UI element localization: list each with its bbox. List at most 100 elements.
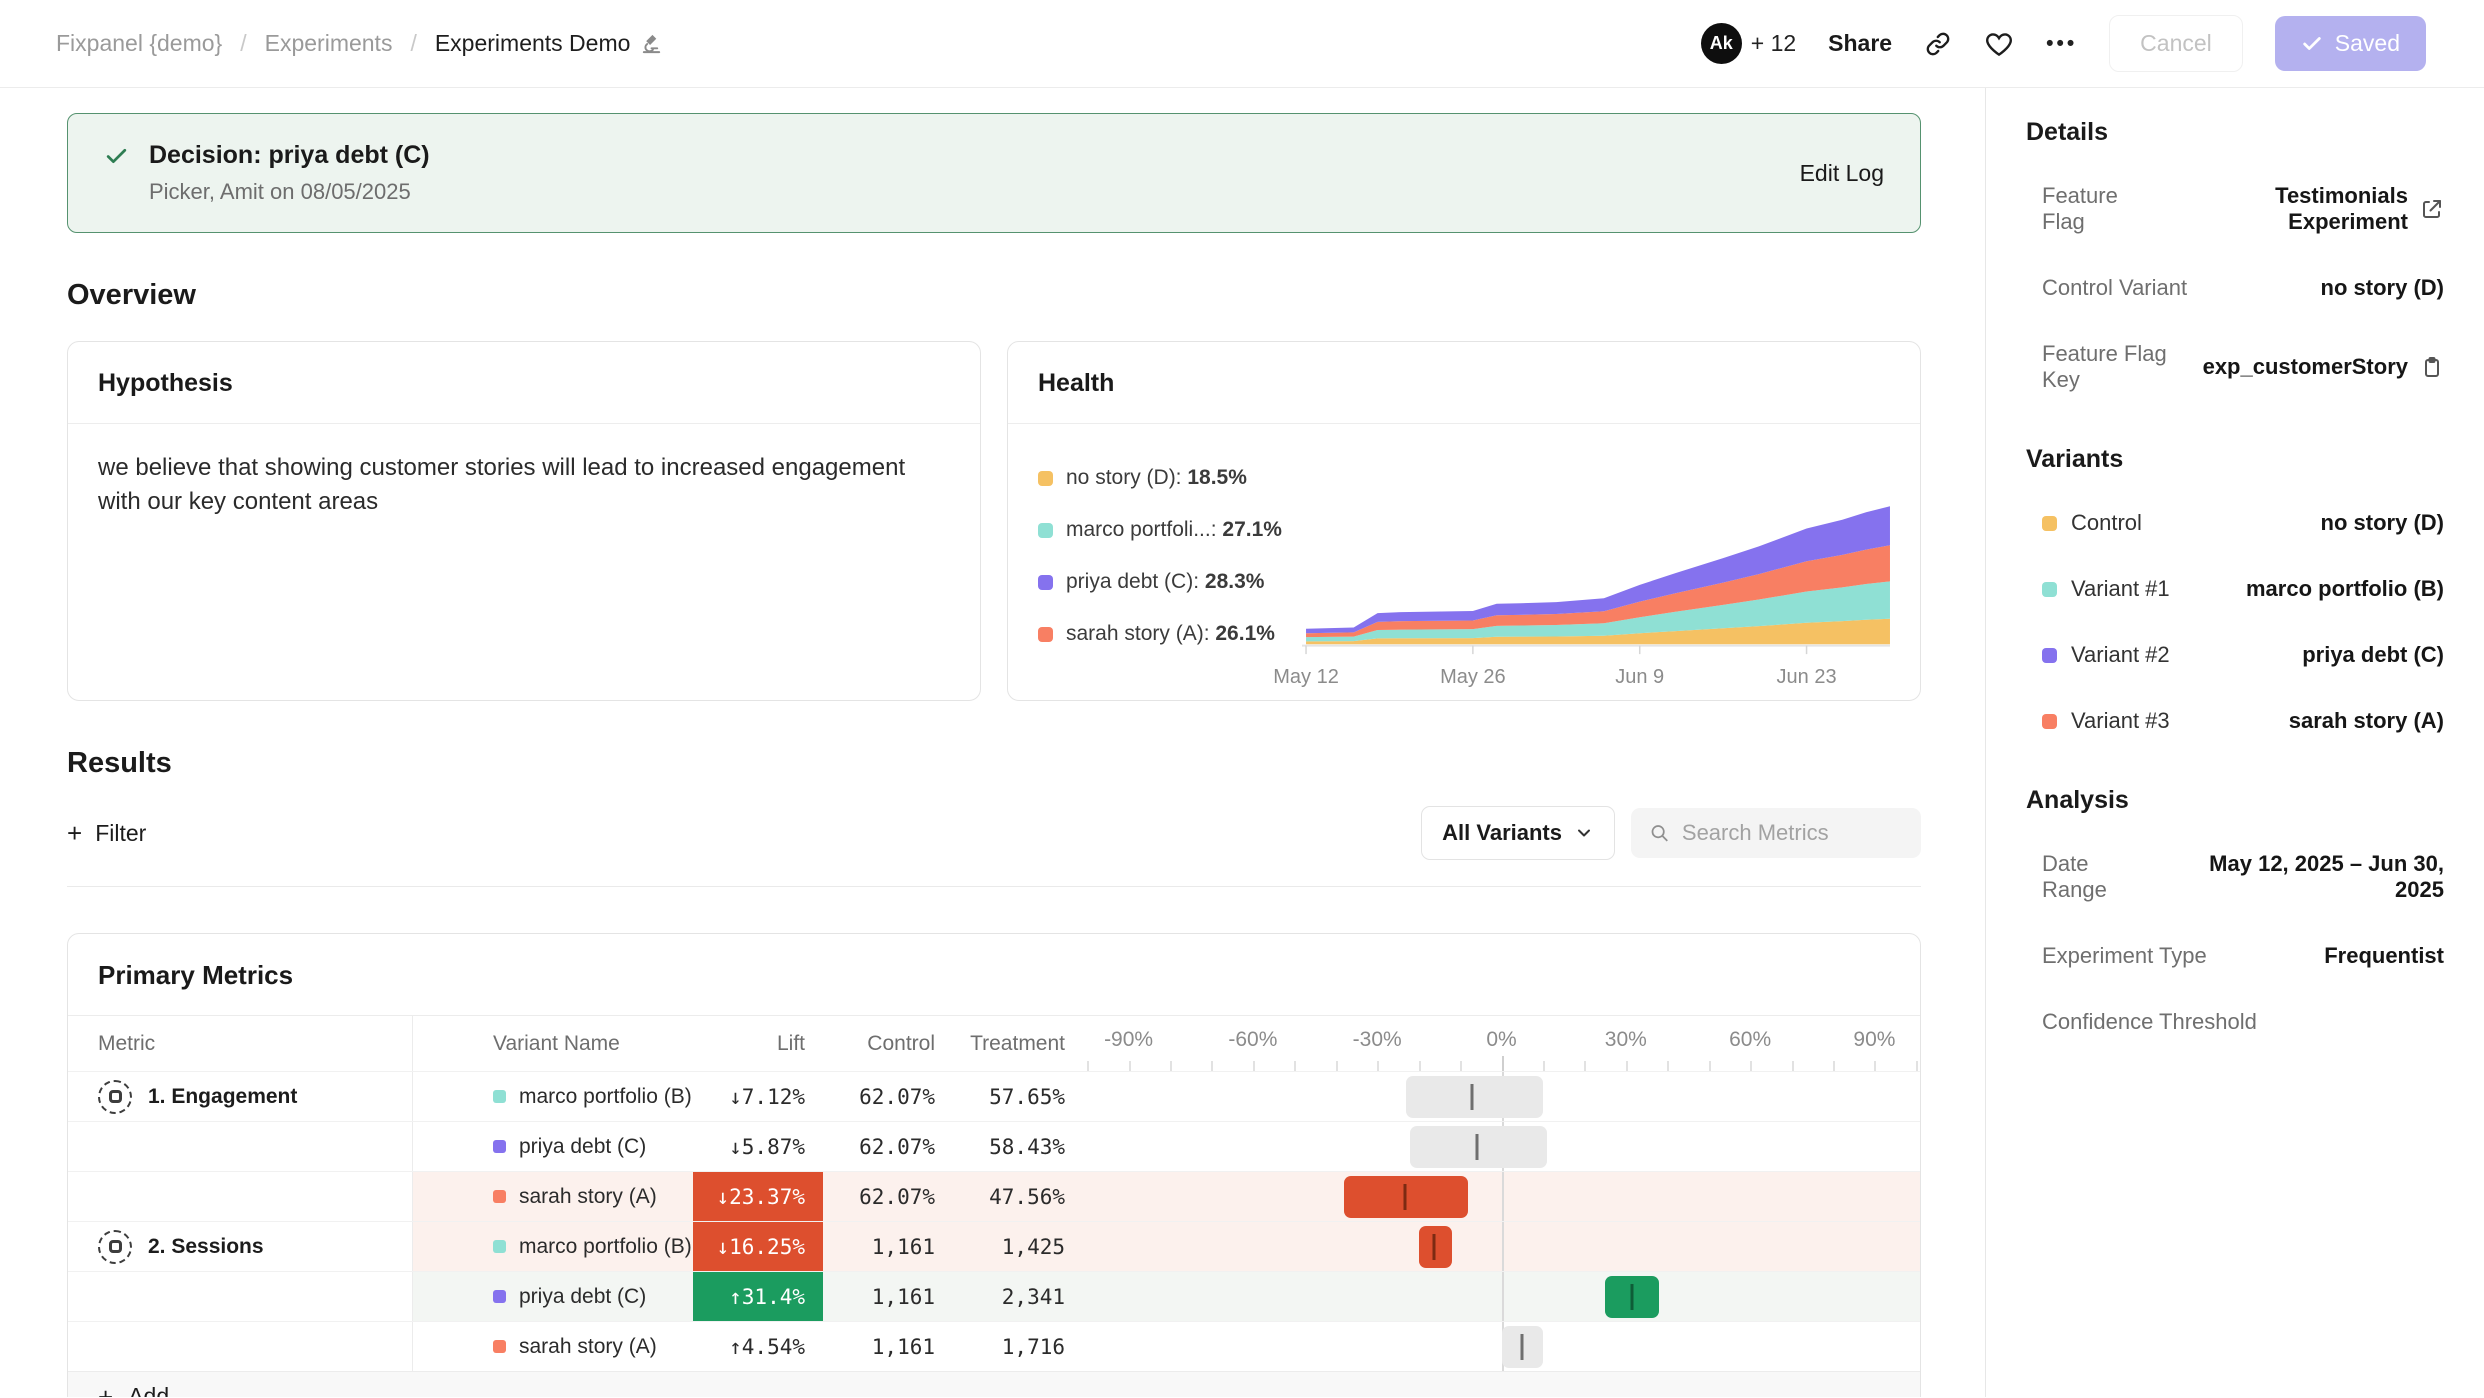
ruler-tick [1709,1061,1711,1071]
share-button[interactable]: Share [1828,30,1892,57]
treatment-value: 47.56% [953,1172,1083,1221]
metric-row-1-engagement-priya-debt-c[interactable]: priya debt (C)↓5.87%62.07%58.43% [68,1121,1920,1171]
sidebar-row-label: Date Range [2042,851,2158,903]
plus-icon: + [98,1384,113,1398]
sidebar-row-confidence-threshold: Confidence Threshold [2026,1009,2444,1035]
metric-row-2-sessions-marco-portfolio-b[interactable]: 2. Sessionsmarco portfolio (B)↓16.25%1,1… [68,1221,1920,1271]
lift-axis-header: -90%-60%-30%0%30%60%90% [1083,1016,1920,1071]
confidence-interval-center-tick [1476,1134,1479,1160]
variant-swatch [493,1190,506,1203]
metric-search[interactable] [1631,808,1921,858]
metric-row-2-sessions-sarah-story-a[interactable]: sarah story (A)↑4.54%1,1611,716 [68,1321,1920,1371]
sidebar-row-label: Confidence Threshold [2042,1009,2257,1035]
search-metrics-input[interactable] [1682,820,1903,846]
variant-swatch [2042,714,2057,729]
cancel-button[interactable]: Cancel [2109,15,2243,72]
add-metric-button[interactable]: + Add [68,1371,1920,1397]
x-axis-label: Jun 23 [1777,666,1837,689]
sidebar-row-value: sarah story (A) [2289,708,2444,734]
legend-label: sarah story (A): 26.1% [1066,622,1275,646]
treatment-value: 57.65% [953,1072,1083,1121]
sidebar-row-experiment-type: Experiment TypeFrequentist [2026,943,2444,969]
lift-value: ↓5.87% [693,1122,823,1171]
plus-icon: + [67,820,82,846]
variant-swatch [2042,582,2057,597]
results-divider [67,886,1921,887]
lift-value: ↓16.25% [693,1222,823,1271]
confidence-interval-bar [1419,1226,1452,1268]
breadcrumb-separator: / [410,30,416,57]
sidebar-value-text: May 12, 2025 – Jun 30, 2025 [2158,851,2444,903]
variant-name: sarah story (A) [519,1185,657,1209]
topbar-actions: Ak + 12 Share ••• Cancel Saved [1701,15,2426,72]
decision-check-icon [104,144,129,169]
health-legend-item: marco portfoli...: 27.1% [1038,518,1296,542]
legend-swatch-no-story-d [1038,471,1053,486]
variant-name: marco portfolio (B) [519,1235,692,1259]
legend-swatch-marco-portfoli [1038,523,1053,538]
external-link-icon[interactable] [2420,197,2444,221]
column-header-metric: Metric [68,1016,413,1071]
health-legend-item: priya debt (C): 28.3% [1038,570,1296,594]
confidence-interval-center-tick [1630,1284,1633,1310]
treatment-value: 1,716 [953,1322,1083,1371]
metric-row-1-engagement-marco-portfolio-b[interactable]: 1. Engagementmarco portfolio (B)↓7.12%62… [68,1071,1920,1121]
variant-slot-name: Variant #1 [2071,576,2170,602]
ruler-tick [1874,1061,1876,1071]
health-chart-x-axis: May 12May 26Jun 9Jun 23 [1296,664,1898,694]
ruler-zero-tick [1502,1056,1504,1071]
confidence-interval-center-tick [1433,1234,1436,1260]
breadcrumb-current-page: Experiments Demo [435,30,664,57]
avatar[interactable]: Ak [1701,23,1742,64]
sidebar-row-feature-flag-key: Feature Flag Keyexp_customerStory [2026,341,2444,393]
ruler-tick [1667,1061,1669,1071]
sidebar-value-text: exp_customerStory [2203,354,2408,380]
avatar-overflow-count[interactable]: + 12 [1751,30,1796,57]
copy-icon[interactable] [2420,355,2444,379]
x-axis-label: Jun 9 [1615,666,1664,689]
variant-cell: sarah story (A) [413,1172,693,1221]
copy-link-button[interactable] [1924,30,1952,58]
metric-name: 1. Engagement [148,1085,297,1109]
x-axis-label: May 12 [1273,666,1339,689]
control-value: 62.07% [823,1072,953,1121]
variant-cell: marco portfolio (B) [413,1222,693,1271]
more-options-button[interactable]: ••• [2046,32,2077,56]
lift-axis-tick-label: -60% [1228,1028,1277,1052]
ellipsis-icon: ••• [2046,32,2077,56]
variant-cell: sarah story (A) [413,1322,693,1371]
sidebar-row-value: no story (D) [2321,510,2444,536]
decision-title: Decision: priya debt (C) [149,141,430,170]
metric-row-1-engagement-sarah-story-a[interactable]: sarah story (A)↓23.37%62.07%47.56% [68,1171,1920,1221]
metric-row-2-sessions-priya-debt-c[interactable]: priya debt (C)↑31.4%1,1612,341 [68,1271,1920,1321]
search-icon [1649,821,1670,845]
variant-label: Variant #1 [2042,576,2170,602]
variant-filter-dropdown[interactable]: All Variants [1421,806,1615,860]
variant-cell: marco portfolio (B) [413,1072,693,1121]
sidebar-row-variant-2: Variant #2priya debt (C) [2026,642,2444,668]
sidebar-row-value: priya debt (C) [2302,642,2444,668]
treatment-value: 2,341 [953,1272,1083,1321]
breadcrumb-experiments[interactable]: Experiments [265,30,393,57]
breadcrumb-project[interactable]: Fixpanel {demo} [56,30,222,57]
hypothesis-text: we believe that showing customer stories… [68,424,980,546]
overview-cards: Hypothesis we believe that showing custo… [67,341,1921,701]
decision-banner-text: Decision: priya debt (C) Picker, Amit on… [149,141,430,205]
ruler-tick [1460,1061,1462,1071]
collaborator-avatars[interactable]: Ak + 12 [1701,23,1796,64]
sidebar-value-text: marco portfolio (B) [2246,576,2444,602]
legend-label: marco portfoli...: 27.1% [1066,518,1282,542]
metric-cell [68,1272,413,1321]
saved-button-label: Saved [2335,30,2400,57]
favorite-button[interactable] [1984,29,2014,59]
primary-metrics-title: Primary Metrics [68,934,1920,1015]
variant-label: Variant #3 [2042,708,2170,734]
edit-log-button[interactable]: Edit Log [1800,160,1884,187]
saved-button[interactable]: Saved [2275,16,2426,71]
sidebar-row-label: Control Variant [2042,275,2187,301]
confidence-interval-center-tick [1403,1184,1406,1210]
confidence-interval-cell [1083,1072,1920,1121]
ruler-tick [1584,1061,1586,1071]
add-filter-button[interactable]: + Filter [67,820,146,847]
ruler-tick [1087,1061,1089,1071]
